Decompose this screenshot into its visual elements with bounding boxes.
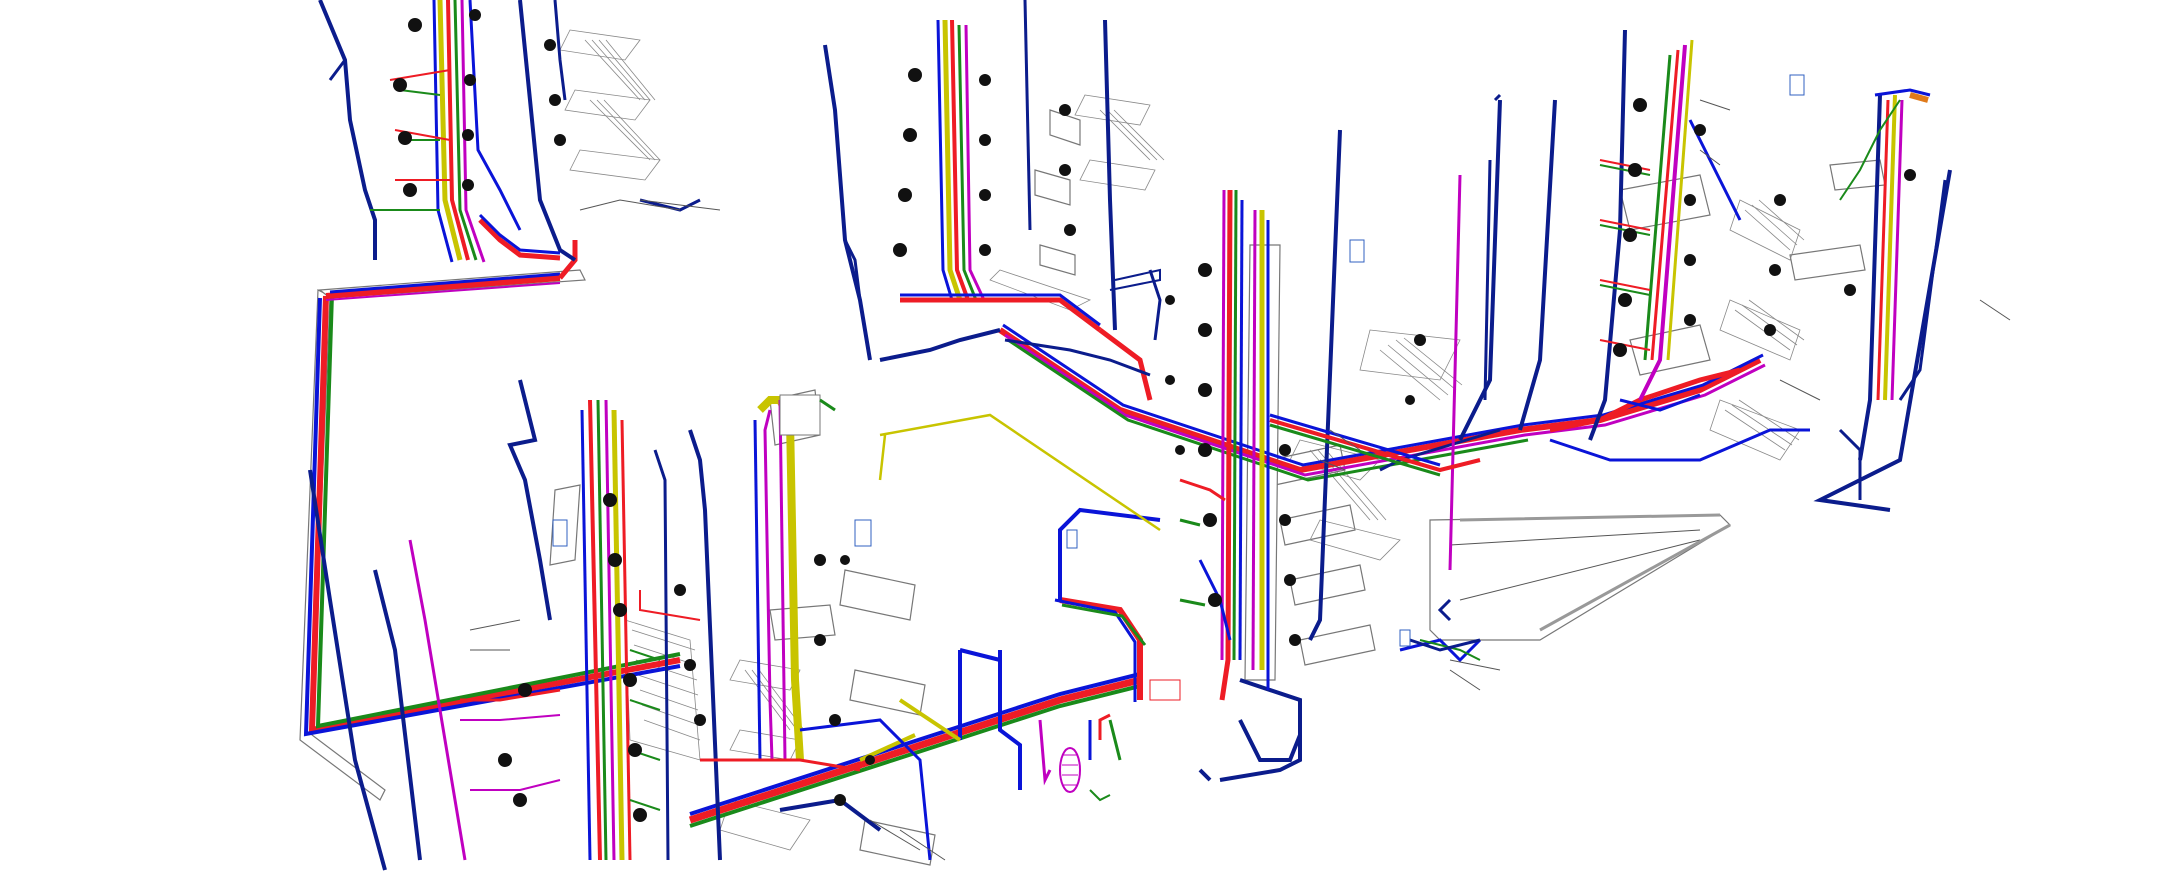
model-viewport[interactable] <box>0 0 2163 877</box>
stairs <box>559 29 1805 851</box>
stair-a <box>559 29 661 181</box>
floor-slabs <box>299 109 1886 866</box>
riser-cluster-b <box>823 0 1162 401</box>
riser-cluster-a <box>318 0 701 263</box>
storage-tank <box>1059 747 1081 793</box>
riser-cluster-e <box>1813 88 1952 512</box>
stair-e <box>1709 199 1805 461</box>
piping-model-canvas[interactable] <box>0 0 2163 877</box>
